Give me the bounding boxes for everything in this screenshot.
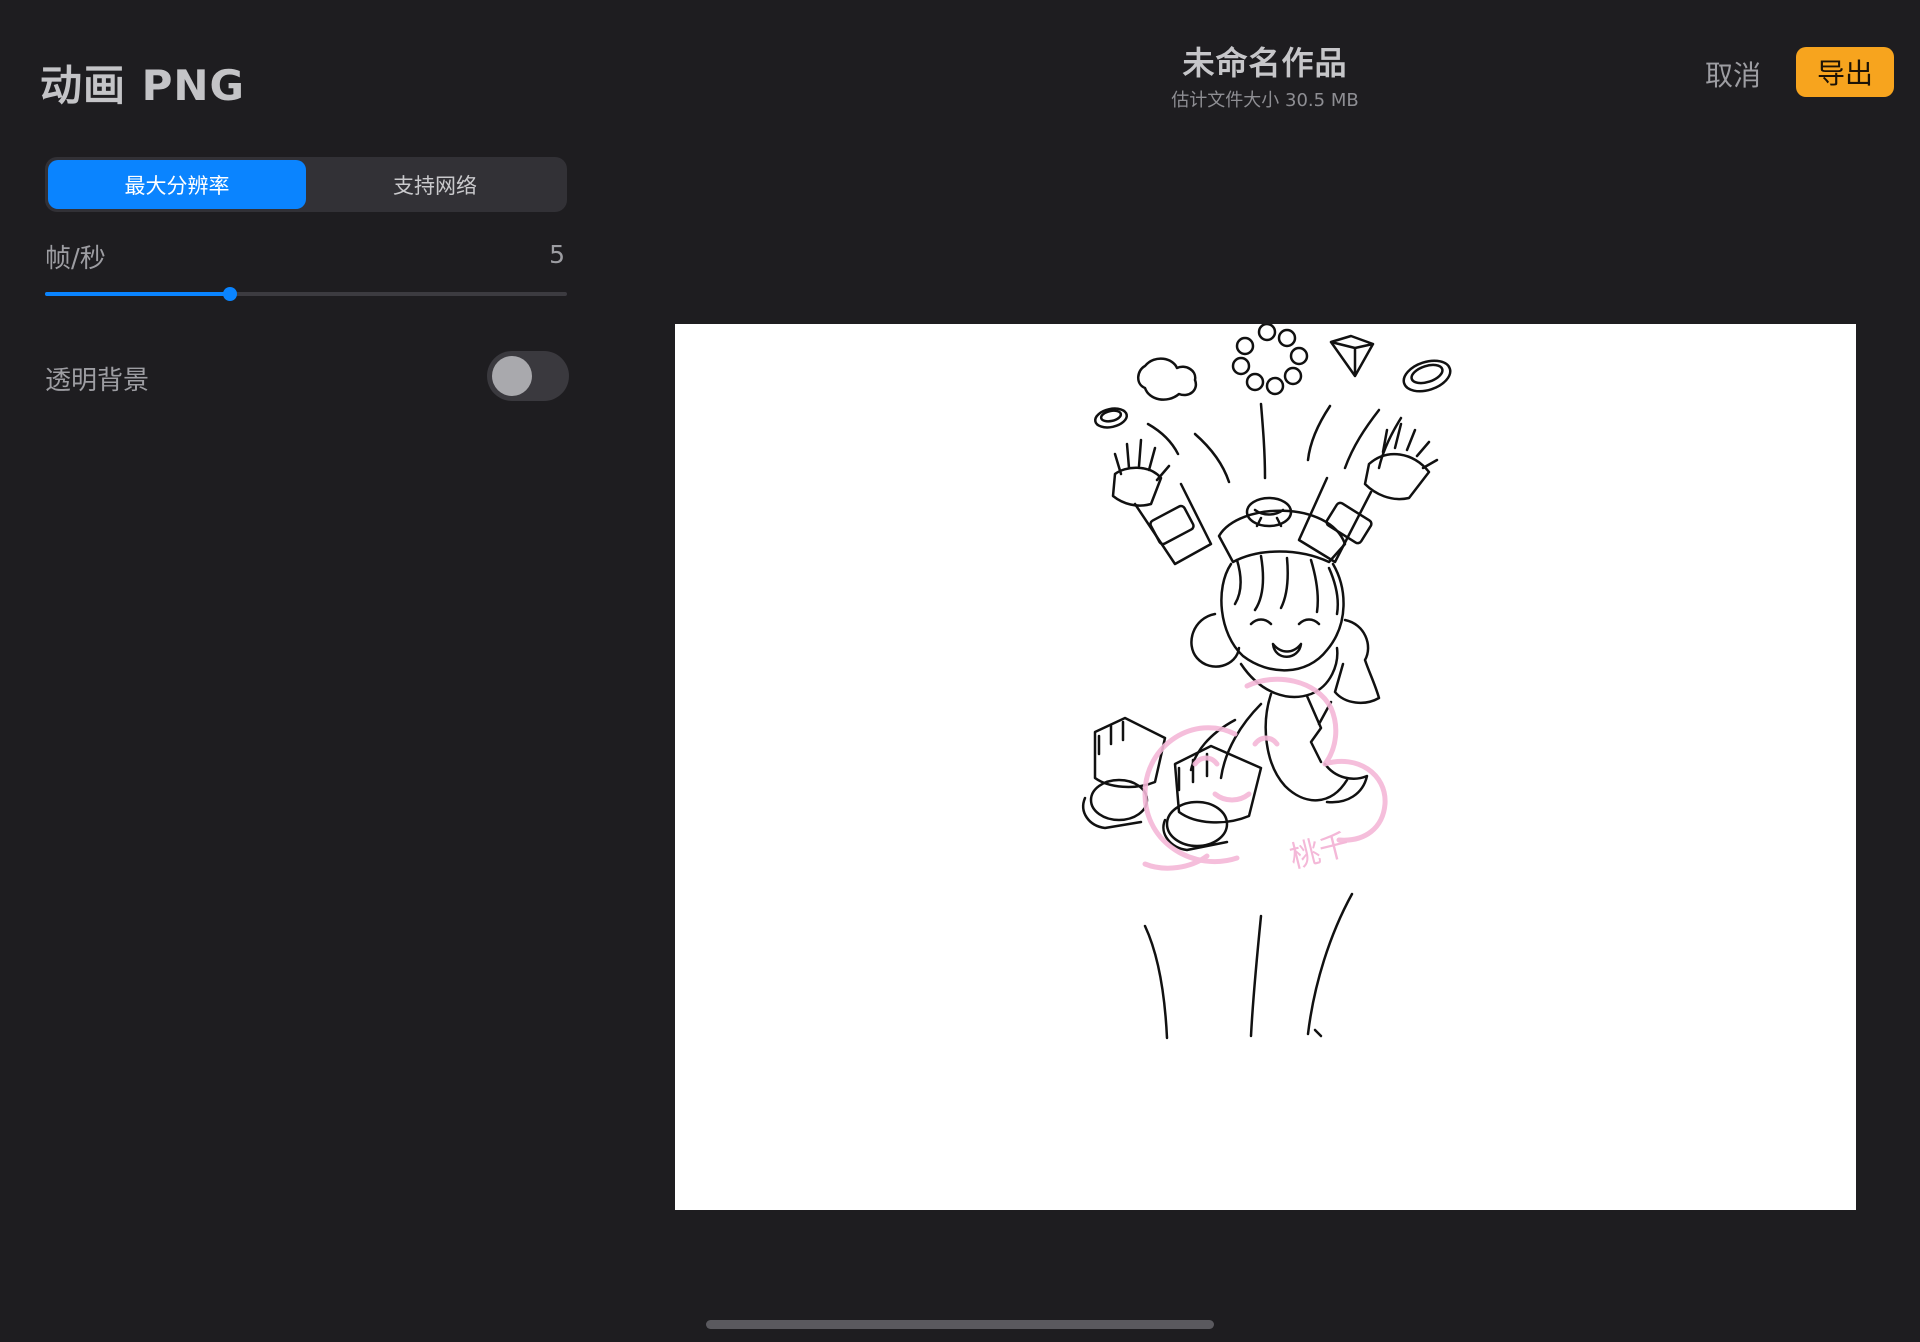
panel-title: 动画 PNG <box>40 61 246 110</box>
animation-preview: 桃千 <box>675 324 1856 1210</box>
home-indicator[interactable] <box>706 1320 1214 1329</box>
artwork-illustration: 桃千 <box>1082 324 1452 1040</box>
document-title: 未命名作品 <box>1182 44 1348 82</box>
fps-slider-thumb[interactable] <box>223 287 238 301</box>
toggle-knob <box>492 356 532 396</box>
resolution-segmented-control: 最大分辨率 支持网络 <box>45 157 567 212</box>
export-button[interactable]: 导出 <box>1796 47 1894 97</box>
fps-label: 帧/秒 <box>45 244 106 274</box>
watermark-logo <box>1142 676 1388 871</box>
fps-value: 5 <box>549 240 565 269</box>
tab-web-ready[interactable]: 支持网络 <box>306 160 564 209</box>
fps-slider-fill <box>45 292 231 296</box>
transparent-bg-toggle[interactable] <box>487 351 569 401</box>
cancel-button[interactable]: 取消 <box>1705 54 1761 94</box>
export-animation-screen: 动画 PNG 最大分辨率 支持网络 帧/秒 5 透明背景 未命名作品 估计文件大… <box>0 0 1920 1342</box>
tab-max-resolution[interactable]: 最大分辨率 <box>48 160 306 209</box>
estimated-file-size: 估计文件大小 30.5 MB <box>1171 90 1359 111</box>
fps-slider[interactable] <box>45 284 567 304</box>
bead-ring <box>1231 324 1309 396</box>
transparent-bg-label: 透明背景 <box>45 366 150 396</box>
watermark-signature: 桃千 <box>1286 827 1353 875</box>
